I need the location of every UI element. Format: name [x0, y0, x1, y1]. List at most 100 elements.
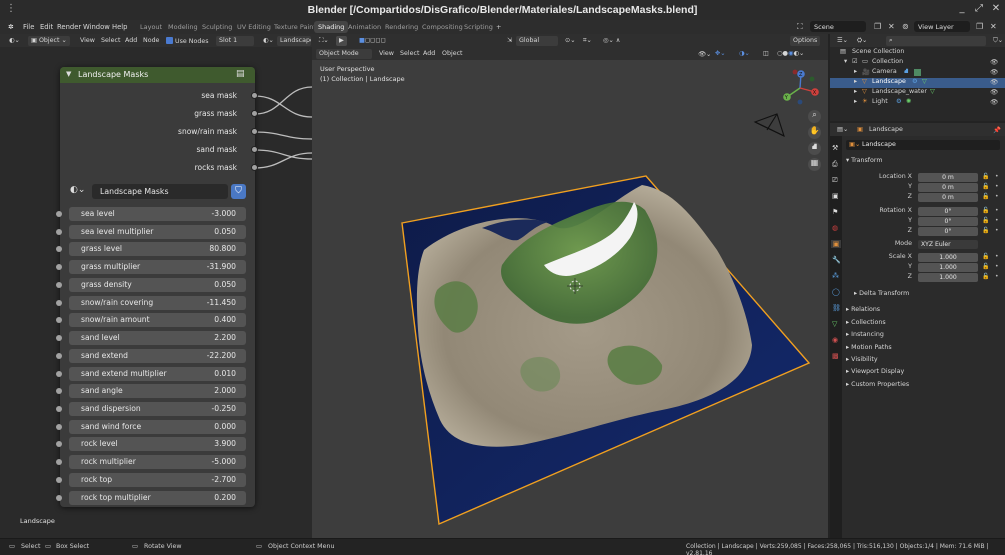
maximize-icon[interactable]: ⤢ [972, 3, 986, 16]
param-input-socket[interactable] [56, 229, 62, 235]
section-delta-transform[interactable]: ▸ Delta Transform [854, 290, 909, 297]
expand-arrow-icon[interactable]: ▸ [854, 88, 857, 95]
expand-arrow-icon[interactable]: ▸ [854, 78, 857, 85]
section-relations[interactable]: ▸ Relations [846, 306, 880, 313]
constraints-tab-icon[interactable]: ⛓ [832, 304, 841, 312]
param-field-rock-level[interactable]: rock level 3.900 [69, 437, 246, 451]
keyframe-dot-icon[interactable]: • [995, 193, 999, 200]
param-input-socket[interactable] [56, 477, 62, 483]
vp-menu-view[interactable]: View [376, 49, 397, 59]
outliner-collection[interactable]: ▾ ☑ ▭ Collection 👁 [830, 58, 1005, 68]
rotation-x-field[interactable]: 0° [918, 207, 978, 216]
outliner-scene-collection[interactable]: ▤ Scene Collection [830, 48, 1005, 58]
param-input-socket[interactable] [56, 459, 62, 465]
editor-type-icon[interactable]: ◐⌄ [6, 36, 23, 46]
scene-tab-icon[interactable]: ⚑ [832, 208, 838, 216]
object-mode-select[interactable]: Object Mode [316, 49, 372, 59]
param-field-grass-density[interactable]: grass density 0.050 [69, 278, 246, 292]
zoom-icon[interactable]: ⌕ [808, 110, 821, 123]
rotation-y-field[interactable]: 0° [918, 217, 978, 226]
vp-menu-select[interactable]: Select [397, 49, 422, 59]
texture-tab-icon[interactable]: ▩ [832, 352, 839, 360]
lock-icon[interactable]: 🔓 [982, 207, 989, 214]
node-menu-view[interactable]: View [77, 36, 98, 46]
param-input-socket[interactable] [56, 300, 62, 306]
cursor-tool-icon[interactable]: ▶ [336, 36, 347, 46]
output-socket-sand[interactable] [251, 146, 258, 153]
param-input-socket[interactable] [56, 335, 62, 341]
snap-icon[interactable]: ⌗⌄ [580, 36, 595, 46]
param-field-rock-top[interactable]: rock top -2.700 [69, 473, 246, 487]
param-input-socket[interactable] [56, 246, 62, 252]
param-input-socket[interactable] [56, 353, 62, 359]
keyframe-dot-icon[interactable]: • [995, 217, 999, 224]
pivot-icon[interactable]: ⊙⌄ [562, 36, 579, 46]
lock-icon[interactable]: 🔓 [982, 193, 989, 200]
pan-hand-icon[interactable]: ✋ [808, 126, 821, 139]
delete-scene-icon[interactable]: ✕ [888, 22, 895, 31]
transform-section[interactable]: ▾ Transform [846, 157, 883, 164]
outliner-editor-type-icon[interactable]: ☰⌄ [834, 36, 851, 46]
overlay-toggle-icon[interactable]: ◑⌄ [736, 49, 753, 59]
particles-tab-icon[interactable]: ⁂ [832, 272, 839, 280]
param-field-sand-level[interactable]: sand level 2.200 [69, 331, 246, 345]
output-socket-sea[interactable] [251, 92, 258, 99]
blender-logo-icon[interactable]: ✲ [8, 23, 14, 31]
param-input-socket[interactable] [56, 424, 62, 430]
proportional-edit-icon[interactable]: ◎⌄ ∧ [600, 36, 623, 46]
eye-icon[interactable]: 👁 [990, 88, 998, 96]
collapse-arrow-icon[interactable]: ▼ [66, 70, 71, 78]
lock-icon[interactable]: 🔓 [982, 273, 989, 280]
ortho-toggle-icon[interactable]: ▦ [808, 158, 821, 171]
section-motion-paths[interactable]: ▸ Motion Paths [846, 344, 892, 351]
keyframe-dot-icon[interactable]: • [995, 173, 999, 180]
3d-viewport[interactable]: User Perspective (1) Collection | Landsc… [312, 60, 828, 538]
node-group-field[interactable]: Landscape Masks [92, 184, 228, 199]
param-field-sand-extend-multiplier[interactable]: sand extend multiplier 0.010 [69, 367, 246, 381]
section-instancing[interactable]: ▸ Instancing [846, 331, 884, 338]
camera-view-icon[interactable]: ⛘ [808, 142, 821, 155]
eye-icon[interactable]: 👁 [990, 78, 998, 86]
tab-animation[interactable]: Animation [344, 21, 385, 33]
physics-tab-icon[interactable]: ◯ [832, 288, 840, 296]
select-mode-icons[interactable]: ■◻◻◻◻ [356, 36, 389, 46]
tab-layout[interactable]: Layout [136, 21, 166, 33]
eye-icon[interactable]: 👁 [990, 58, 998, 66]
use-nodes-checkbox[interactable]: Use Nodes [163, 36, 211, 46]
modifier-tab-icon[interactable]: 🔧 [832, 256, 841, 264]
lock-icon[interactable]: 🔓 [982, 263, 989, 270]
eye-icon[interactable]: 👁 [990, 68, 998, 76]
keyframe-dot-icon[interactable]: • [995, 273, 999, 280]
properties-editor-type-icon[interactable]: ▤⌄ [834, 125, 851, 135]
keyframe-dot-icon[interactable]: • [995, 207, 999, 214]
output-socket-rocks[interactable] [251, 164, 258, 171]
param-field-snow-rain-covering[interactable]: snow/rain covering -11.450 [69, 296, 246, 310]
tab-rendering[interactable]: Rendering [381, 21, 422, 33]
rotation-z-field[interactable]: 0° [918, 227, 978, 236]
menu-edit[interactable]: Edit [40, 23, 53, 31]
material-tab-icon[interactable]: ◉ [832, 336, 838, 344]
param-field-sand-wind-force[interactable]: sand wind force 0.000 [69, 420, 246, 434]
material-name-field[interactable]: Landscape [277, 36, 311, 46]
tab-sculpting[interactable]: Sculpting [198, 21, 236, 33]
node-menu-select[interactable]: Select [98, 36, 123, 46]
output-socket-snow[interactable] [251, 128, 258, 135]
navigation-gizmo[interactable]: X Y Z [778, 66, 826, 108]
material-browse-icon[interactable]: ◐⌄ [260, 36, 277, 46]
menu-help[interactable]: Help [112, 23, 128, 31]
location-z-field[interactable]: 0 m [918, 193, 978, 202]
object-name-field[interactable]: ▣⌄ Landscape [846, 140, 1000, 150]
lock-icon[interactable]: 🔓 [982, 173, 989, 180]
menu-window[interactable]: Window [83, 23, 110, 31]
node-title-bar[interactable]: ▼ Landscape Masks ▤ [60, 67, 255, 83]
output-tab-icon[interactable]: ⎚ [832, 176, 838, 185]
param-field-grass-level[interactable]: grass level 80.800 [69, 242, 246, 256]
param-field-rock-top-multiplier[interactable]: rock top multiplier 0.200 [69, 491, 246, 505]
add-workspace-button[interactable]: + [492, 21, 505, 33]
section-viewport-display[interactable]: ▸ Viewport Display [846, 368, 904, 375]
node-menu-add[interactable]: Add [122, 36, 140, 46]
display-mode-icon[interactable]: ⛭⌄ [854, 36, 870, 46]
keyframe-dot-icon[interactable]: • [995, 263, 999, 270]
param-field-sand-extend[interactable]: sand extend -22.200 [69, 349, 246, 363]
param-field-sea-level[interactable]: sea level -3.000 [69, 207, 246, 221]
